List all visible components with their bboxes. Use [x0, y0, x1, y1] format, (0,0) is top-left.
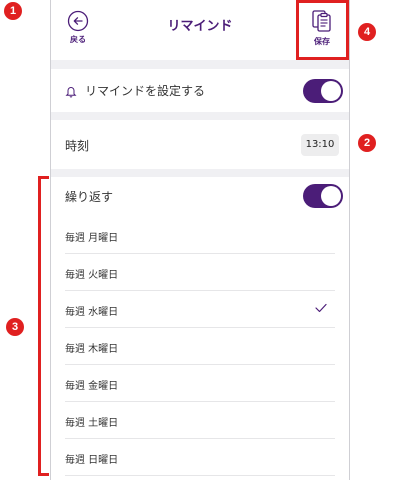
checkmark-icon — [315, 303, 327, 313]
annotation-badge-2: 2 — [358, 134, 376, 152]
day-label: 毎週 木曜日 — [65, 344, 119, 355]
repeat-label: 繰り返す — [65, 190, 114, 204]
day-label: 毎週 火曜日 — [65, 270, 119, 281]
day-label: 毎週 日曜日 — [65, 455, 119, 466]
toggle-knob — [321, 81, 341, 101]
time-value[interactable]: 13:10 — [301, 134, 339, 156]
reminder-toggle[interactable] — [303, 79, 343, 103]
back-label: 戻る — [70, 35, 86, 44]
day-label: 毎週 水曜日 — [65, 307, 119, 318]
day-label: 毎週 月曜日 — [65, 233, 119, 244]
save-highlight-box — [296, 0, 349, 60]
repeat-section-bracket — [38, 176, 49, 476]
reminder-label: リマインドを設定する — [85, 84, 206, 98]
annotation-badge-4: 4 — [358, 23, 376, 41]
bell-icon — [65, 87, 77, 98]
day-row-tuesday[interactable]: 毎週 火曜日 — [65, 254, 335, 291]
day-row-wednesday[interactable]: 毎週 水曜日 — [65, 291, 335, 328]
repeat-section: 繰り返す 毎週 月曜日 毎週 火曜日 毎週 水曜日 毎週 木曜日 毎週 金曜日 … — [51, 177, 349, 480]
day-row-sunday[interactable]: 毎週 日曜日 — [65, 439, 335, 476]
annotation-badge-3: 3 — [6, 318, 24, 336]
annotation-badge-1: 1 — [4, 2, 22, 20]
day-label: 毎週 土曜日 — [65, 418, 119, 429]
day-row-thursday[interactable]: 毎週 木曜日 — [65, 328, 335, 365]
toggle-knob — [321, 186, 341, 206]
reminder-toggle-row: リマインドを設定する — [51, 69, 349, 112]
day-row-saturday[interactable]: 毎週 土曜日 — [65, 402, 335, 439]
reminder-screen: 戻る リマインド 保存 リマインドを設定する 時刻 13:10 繰り返す 毎週 … — [50, 0, 350, 480]
time-label: 時刻 — [65, 139, 90, 153]
time-row[interactable]: 時刻 13:10 — [51, 120, 349, 169]
day-row-friday[interactable]: 毎週 金曜日 — [65, 365, 335, 402]
day-row-monday[interactable]: 毎週 月曜日 — [65, 217, 335, 254]
repeat-toggle[interactable] — [303, 184, 343, 208]
day-label: 毎週 金曜日 — [65, 381, 119, 392]
